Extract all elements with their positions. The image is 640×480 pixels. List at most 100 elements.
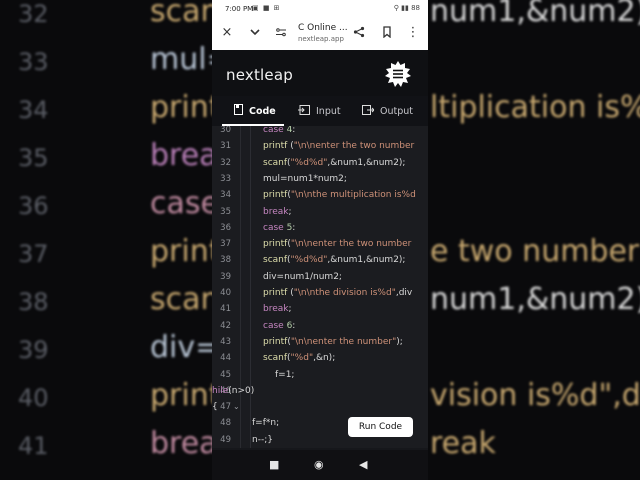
tab-input-label: Input [316, 105, 341, 117]
line-number: 43 [220, 336, 231, 347]
line-number: 35 [220, 206, 231, 217]
code-token: printf [263, 141, 291, 152]
code-token: "\n\nenter the number" [290, 336, 397, 347]
background-line-number: 40 [18, 384, 49, 412]
more-options-icon[interactable]: ⋮ [406, 26, 420, 40]
menu-icon[interactable] [384, 60, 412, 88]
code-token: scanf [263, 157, 288, 168]
close-icon[interactable]: × [220, 26, 234, 40]
status-time: 7:00 PM [225, 5, 254, 13]
code-text: case 4: [263, 126, 295, 138]
code-line[interactable]: 45 f=1; [212, 367, 428, 383]
android-nav-bar: ■ ◉ ◀ [212, 450, 428, 480]
background-line-number: 39 [18, 336, 49, 364]
code-token: ,&num1,&num2); [327, 255, 406, 266]
code-token: break [263, 206, 289, 217]
tab-output[interactable]: Output [362, 96, 413, 126]
fold-chevron-icon[interactable]: ⌄ [233, 399, 240, 415]
code-line[interactable]: 35 break; [212, 204, 428, 220]
line-number: 33 [220, 173, 231, 184]
chevron-down-icon[interactable] [248, 26, 262, 40]
line-number: 49 [220, 434, 231, 445]
background-line-number: 33 [18, 48, 49, 76]
file-icon [234, 104, 243, 118]
back-icon[interactable]: ◀ [359, 458, 367, 471]
background-line-number: 37 [18, 240, 49, 268]
code-token: case [263, 320, 287, 331]
background-code-left: brea [150, 426, 218, 461]
run-code-button[interactable]: Run Code [348, 417, 413, 437]
code-text: break; [263, 204, 292, 220]
editor-tabs: Code Input Output [212, 96, 428, 127]
background-code-left: scan [150, 0, 220, 29]
code-editor[interactable]: 30 case 4: 31 printf ("\n\nenter the two nu… [212, 126, 428, 448]
code-token: "\n\nthe multiplication is%d [290, 190, 416, 201]
code-text: printf("\n\nenter the number"); [263, 334, 403, 350]
code-line[interactable]: 30 case 4: [212, 126, 428, 138]
home-icon[interactable]: ◉ [314, 458, 324, 471]
tab-output-label: Output [380, 105, 413, 117]
code-line[interactable]: 40 printf ("\n\nthe division is%d",div [212, 285, 428, 301]
code-token: { [212, 402, 218, 413]
code-line[interactable]: 44 scanf("%d",&n); [212, 350, 428, 366]
status-bar: 7:00 PM ▣ ■ ⊞ ⚲ ▮▮ 88 [212, 0, 428, 18]
page-url: nextleap.app [298, 35, 344, 43]
code-token: f=f*n; [252, 418, 280, 429]
code-text: case 6: [263, 318, 295, 334]
share-icon[interactable] [352, 26, 366, 40]
line-number: 37 [220, 239, 231, 250]
code-text: div=num1/num2; [263, 269, 342, 285]
code-token: scanf [263, 255, 288, 266]
code-text: scanf("%d",&n); [263, 350, 335, 366]
background-line-number: 35 [18, 144, 49, 172]
code-token: scanf [263, 353, 288, 364]
code-text: scanf("%d%d",&num1,&num2); [263, 155, 405, 171]
line-number: 44 [220, 353, 231, 364]
code-line[interactable]: 32 scanf("%d%d",&num1,&num2); [212, 155, 428, 171]
code-line[interactable]: 43 printf("\n\nenter the number"); [212, 334, 428, 350]
code-line[interactable]: 39 div=num1/num2; [212, 269, 428, 285]
code-token: ,&n); [313, 353, 336, 364]
code-line[interactable]: 36 case 5: [212, 220, 428, 236]
code-line[interactable]: 46 hile(n>0) [212, 383, 428, 399]
code-token: ; [288, 206, 292, 217]
code-text: { [212, 399, 218, 415]
code-line[interactable]: 34 printf("\n\nthe multiplication is%d [212, 187, 428, 203]
code-line[interactable]: 38 scanf("%d%d",&num1,&num2); [212, 252, 428, 268]
line-number: 34 [220, 190, 231, 201]
line-number: 45 [220, 369, 231, 380]
code-line[interactable]: 33 mul=num1*num2; [212, 171, 428, 187]
code-line[interactable]: 42 case 6: [212, 318, 428, 334]
nextleap-logo[interactable]: nextleap [226, 66, 293, 84]
line-number: 42 [220, 320, 231, 331]
line-number: 48 [220, 418, 231, 429]
code-line[interactable]: 31 printf ("\n\nenter the two number [212, 138, 428, 154]
code-line[interactable]: 37 printf("\n\nenter the two number [212, 236, 428, 252]
tab-input[interactable]: Input [298, 96, 341, 126]
code-text: hile(n>0) [212, 383, 254, 399]
code-text: scanf("%d%d",&num1,&num2); [263, 252, 405, 268]
line-number: 39 [220, 271, 231, 282]
code-text: f=f*n; [252, 415, 279, 431]
background-code-right: num1,&num2); [430, 0, 640, 29]
bookmark-icon[interactable] [380, 26, 394, 40]
recents-icon[interactable]: ■ [269, 458, 279, 471]
background-line-number: 41 [18, 432, 49, 460]
code-text: printf ("\n\nthe division is%d",div [263, 285, 412, 301]
line-number: 41 [220, 304, 231, 315]
background-line-number: 36 [18, 192, 49, 220]
line-number: 40 [220, 288, 231, 298]
code-line[interactable]: 47 ⌄{ [212, 399, 428, 415]
tab-code[interactable]: Code [234, 96, 276, 126]
code-token: "%d%d" [290, 157, 328, 168]
signal-battery-icons: ⚲ ▮▮ 88 [393, 4, 420, 12]
code-line[interactable]: 41 break; [212, 301, 428, 317]
code-token: printf [263, 190, 288, 201]
code-text: printf("\n\nenter the two number [263, 236, 411, 252]
code-token: ,&num1,&num2); [327, 157, 406, 168]
line-number: 30 [220, 126, 231, 135]
code-token: printf [263, 336, 288, 347]
code-token: div=num1/num2; [263, 271, 342, 282]
code-token: : [292, 126, 296, 135]
site-settings-icon[interactable] [274, 26, 288, 40]
